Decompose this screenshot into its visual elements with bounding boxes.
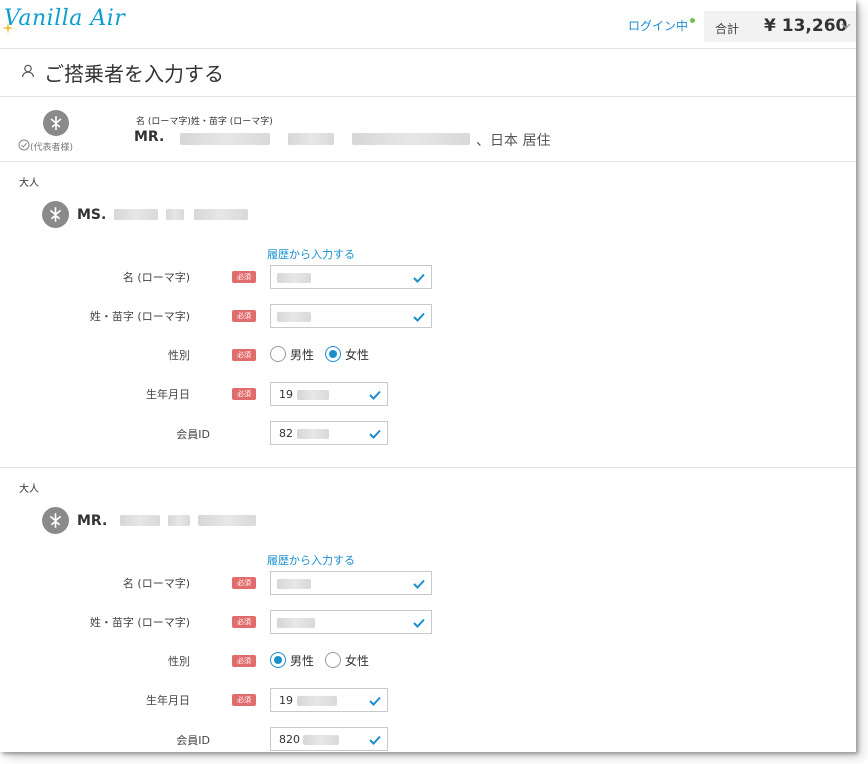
last-name-input[interactable] — [270, 304, 432, 328]
last-name-input[interactable] — [270, 610, 432, 634]
login-status-label: ログイン中 — [628, 19, 689, 33]
member-id-input[interactable]: 820 — [270, 727, 388, 751]
redacted-address — [352, 133, 470, 145]
member-id-value: 82 — [279, 427, 293, 440]
gender-male-label[interactable]: 男性 — [290, 652, 314, 669]
logo[interactable]: Vanilla Air — [4, 6, 125, 31]
check-icon — [413, 618, 425, 628]
passenger-title: MS. — [77, 207, 107, 223]
gender-radio-group: 男性 女性 — [270, 345, 380, 365]
redacted-value — [297, 390, 329, 400]
gender-female-label[interactable]: 女性 — [345, 652, 369, 669]
gender-label: 性別 — [168, 349, 190, 362]
redacted-name — [288, 133, 334, 145]
representative-tag: (代表者様) — [30, 143, 74, 153]
check-icon — [369, 696, 381, 706]
gender-label: 性別 — [168, 655, 190, 668]
birthdate-value: 19 — [279, 694, 293, 707]
member-id-label: 会員ID — [176, 734, 210, 747]
redacted-value — [297, 429, 329, 439]
birthdate-input[interactable]: 19 — [270, 382, 388, 406]
total-price-box[interactable]: 合計 ¥ 13,260 — [704, 11, 856, 42]
name-field-label: 名 (ローマ字)姓・苗字 (ローマ字) — [136, 117, 273, 127]
history-fill-link[interactable]: 履歴から入力する — [267, 552, 355, 568]
passenger-category: 大人 — [19, 484, 39, 495]
redacted-value — [303, 735, 339, 745]
representative-residence: 、日本 居住 — [476, 133, 551, 149]
birthdate-value: 19 — [279, 388, 293, 401]
passenger-category: 大人 — [19, 178, 39, 189]
redacted-name — [120, 515, 160, 526]
check-icon — [369, 429, 381, 439]
redacted-value — [277, 579, 311, 589]
logo-star-icon — [2, 22, 14, 34]
page-title-row: ご搭乗者を入力する — [0, 49, 856, 97]
required-badge: 必須 — [232, 694, 256, 706]
required-badge: 必須 — [232, 271, 256, 283]
online-dot-icon — [690, 18, 696, 23]
required-badge: 必須 — [232, 655, 256, 667]
redacted-name — [166, 209, 184, 220]
passenger-title: MR. — [77, 513, 108, 529]
login-status[interactable]: ログイン中 — [628, 17, 696, 34]
last-name-label: 姓・苗字 (ローマ字) — [89, 616, 190, 629]
redacted-value — [277, 618, 315, 628]
check-icon — [369, 390, 381, 400]
birthdate-label: 生年月日 — [146, 388, 190, 401]
birthdate-label: 生年月日 — [146, 694, 190, 707]
person-icon — [21, 64, 35, 78]
app-frame: Vanilla Air ログイン中 合計 ¥ 13,260 ご搭乗者を入力する — [0, 0, 856, 752]
gender-female-radio[interactable] — [325, 346, 341, 362]
check-icon — [413, 579, 425, 589]
member-id-value: 820 — [279, 733, 300, 746]
redacted-name — [168, 515, 190, 526]
required-badge: 必須 — [232, 577, 256, 589]
circle-check-icon — [18, 139, 30, 151]
gender-radio-group: 男性 女性 — [270, 651, 380, 671]
first-name-input[interactable] — [270, 571, 432, 595]
required-badge: 必須 — [232, 310, 256, 322]
check-icon — [413, 273, 425, 283]
plane-avatar-icon — [42, 507, 69, 534]
representative-title: MR. — [134, 129, 165, 145]
gender-female-radio[interactable] — [325, 652, 341, 668]
last-name-label: 姓・苗字 (ローマ字) — [89, 310, 190, 323]
first-name-label: 名 (ローマ字) — [122, 577, 190, 590]
passenger-section: 大人 MS. 履歴から入力する 名 (ローマ字) 必須 姓・苗字 (ローマ字) … — [0, 162, 856, 467]
first-name-input[interactable] — [270, 265, 432, 289]
redacted-value — [297, 696, 337, 706]
redacted-name — [194, 209, 248, 220]
check-icon — [369, 735, 381, 745]
gender-female-label[interactable]: 女性 — [345, 346, 369, 363]
gender-male-label[interactable]: 男性 — [290, 346, 314, 363]
redacted-name — [180, 133, 270, 145]
required-badge: 必須 — [232, 616, 256, 628]
gender-male-radio[interactable] — [270, 346, 286, 362]
plane-avatar-icon — [43, 110, 69, 136]
history-fill-link[interactable]: 履歴から入力する — [267, 246, 355, 262]
passenger-section: 大人 MR. 履歴から入力する 名 (ローマ字) 必須 姓・苗字 (ローマ字) … — [0, 468, 856, 752]
total-label: 合計 — [715, 22, 740, 36]
page-title: ご搭乗者を入力する — [44, 62, 224, 86]
plane-avatar-icon — [42, 201, 69, 228]
member-id-input[interactable]: 82 — [270, 421, 388, 445]
top-bar: Vanilla Air ログイン中 合計 ¥ 13,260 — [0, 0, 856, 49]
required-badge: 必須 — [232, 388, 256, 400]
chevron-down-icon[interactable] — [841, 21, 851, 31]
first-name-label: 名 (ローマ字) — [122, 271, 190, 284]
required-badge: 必須 — [232, 349, 256, 361]
representative-summary: (代表者様) 名 (ローマ字)姓・苗字 (ローマ字) MR. 、日本 居住 — [0, 97, 856, 162]
redacted-name — [198, 515, 256, 526]
redacted-name — [114, 209, 158, 220]
birthdate-input[interactable]: 19 — [270, 688, 388, 712]
redacted-value — [277, 273, 311, 283]
redacted-value — [277, 312, 311, 322]
gender-male-radio[interactable] — [270, 652, 286, 668]
total-amount: ¥ 13,260 — [764, 16, 848, 36]
member-id-label: 会員ID — [176, 428, 210, 441]
check-icon — [413, 312, 425, 322]
